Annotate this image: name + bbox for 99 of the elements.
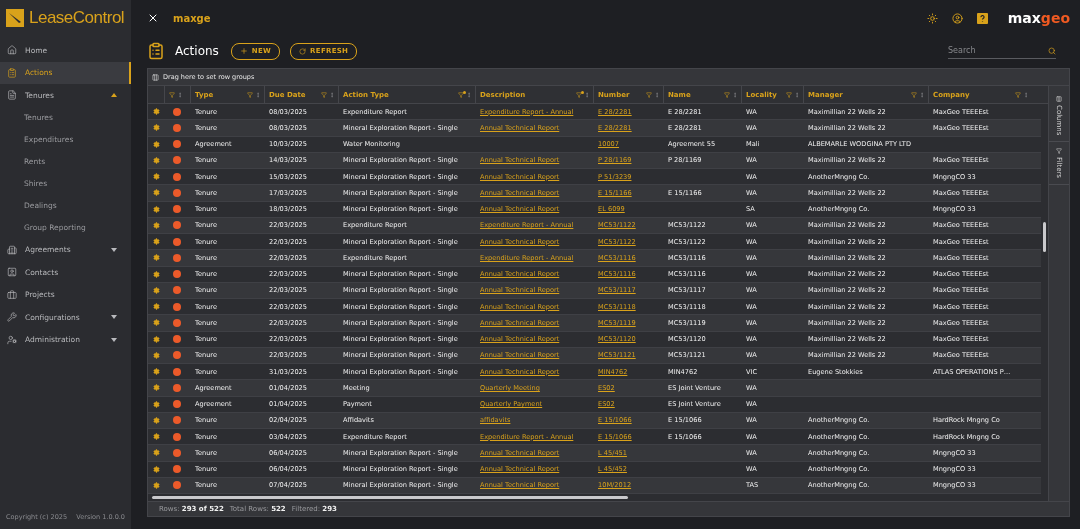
filter-icon[interactable] — [724, 91, 730, 98]
horizontal-scrollbar[interactable] — [148, 494, 1048, 501]
gear-icon[interactable] — [152, 465, 160, 473]
status-dot — [173, 335, 181, 344]
user-icon[interactable] — [951, 12, 963, 24]
status-dot — [173, 156, 181, 165]
gear-icon[interactable] — [152, 416, 160, 424]
caret-icon — [111, 337, 117, 342]
logo-icon — [6, 9, 24, 27]
gear-icon[interactable] — [152, 351, 160, 359]
active-filter-icon[interactable] — [458, 91, 464, 98]
gear-icon[interactable] — [152, 238, 160, 246]
gear-icon[interactable] — [152, 173, 160, 181]
gear-icon[interactable] — [152, 189, 160, 197]
gear-icon[interactable] — [152, 481, 160, 489]
gear-icon[interactable] — [152, 286, 160, 294]
status-dot — [173, 286, 181, 295]
gear-icon[interactable] — [152, 270, 160, 278]
plus-icon — [239, 47, 248, 55]
column-menu-icon[interactable] — [794, 91, 800, 98]
app-logo: LeaseControl — [29, 8, 125, 28]
filter-icon[interactable] — [786, 91, 792, 98]
column-menu-icon[interactable] — [584, 91, 590, 98]
gear-icon[interactable] — [152, 400, 160, 408]
status-dot — [173, 221, 181, 230]
gear-icon[interactable] — [152, 254, 160, 262]
gear-icon[interactable] — [152, 108, 160, 116]
status-dot — [173, 351, 181, 360]
building-icon — [7, 244, 17, 255]
clipboard-icon — [7, 67, 17, 78]
filter-icon[interactable] — [1015, 91, 1021, 98]
gear-icon[interactable] — [152, 449, 160, 457]
user-gear-icon — [7, 334, 17, 345]
status-dot — [173, 302, 181, 311]
status-dot — [173, 432, 181, 441]
active-filter-icon[interactable] — [576, 91, 582, 98]
tab-title: maxge — [173, 12, 212, 24]
columns-icon — [1056, 96, 1062, 102]
status-dot — [173, 465, 181, 474]
column-menu-icon[interactable] — [177, 91, 183, 98]
column-menu-icon[interactable] — [329, 91, 335, 98]
document-icon — [7, 90, 17, 101]
column-menu-icon[interactable] — [466, 91, 472, 98]
search-icon[interactable] — [1048, 46, 1056, 55]
filter-icon[interactable] — [247, 91, 253, 98]
gear-icon[interactable] — [152, 335, 160, 343]
status-dot — [173, 416, 181, 425]
gear-icon[interactable] — [152, 433, 160, 441]
wrench-icon — [7, 312, 17, 323]
clipboard-icon — [147, 42, 165, 60]
status-dot — [173, 383, 181, 392]
close-icon[interactable] — [147, 12, 159, 24]
status-dot — [173, 400, 181, 409]
status-dot — [173, 448, 181, 457]
filter-icon[interactable] — [646, 91, 652, 98]
status-dot — [173, 140, 181, 149]
status-dot — [173, 172, 181, 181]
column-menu-icon[interactable] — [654, 91, 660, 98]
status-dot — [173, 367, 181, 376]
gear-icon[interactable] — [152, 205, 160, 213]
filter-icon[interactable] — [169, 91, 175, 98]
status-dot — [173, 237, 181, 246]
status-dot — [173, 481, 181, 490]
sun-icon[interactable] — [926, 12, 938, 24]
filter-icon — [1056, 148, 1062, 155]
gear-icon[interactable] — [152, 124, 160, 132]
page-title: Actions — [175, 44, 219, 58]
briefcase-icon — [7, 289, 17, 300]
column-menu-icon[interactable] — [732, 91, 738, 98]
status-dot — [173, 188, 181, 197]
gear-icon[interactable] — [152, 140, 160, 148]
filter-icon[interactable] — [911, 91, 917, 98]
home-icon — [7, 45, 17, 56]
caret-icon — [111, 93, 117, 98]
caret-icon — [111, 247, 117, 252]
status-dot — [173, 318, 181, 327]
refresh-icon — [299, 47, 307, 55]
gear-icon[interactable] — [152, 156, 160, 164]
gear-icon[interactable] — [152, 319, 160, 327]
help-icon[interactable] — [976, 12, 988, 24]
gear-icon[interactable] — [152, 221, 160, 229]
brand-logo: maxgeo — [1007, 10, 1070, 26]
gear-icon[interactable] — [152, 368, 160, 376]
gear-icon[interactable] — [152, 303, 160, 311]
gear-icon[interactable] — [152, 384, 160, 392]
status-dot — [173, 253, 181, 262]
status-dot — [173, 205, 181, 214]
vertical-scrollbar[interactable] — [1043, 222, 1046, 252]
column-menu-icon[interactable] — [255, 91, 261, 98]
search-field[interactable]: Search — [948, 43, 1048, 58]
status-dot — [173, 270, 181, 279]
status-dot — [173, 123, 181, 132]
filter-icon[interactable] — [321, 91, 327, 98]
row-group-icon — [152, 73, 159, 81]
column-menu-icon[interactable] — [1023, 91, 1029, 98]
column-menu-icon[interactable] — [919, 91, 925, 98]
caret-icon — [111, 315, 117, 320]
contact-card-icon — [7, 267, 17, 278]
status-dot — [173, 107, 181, 116]
